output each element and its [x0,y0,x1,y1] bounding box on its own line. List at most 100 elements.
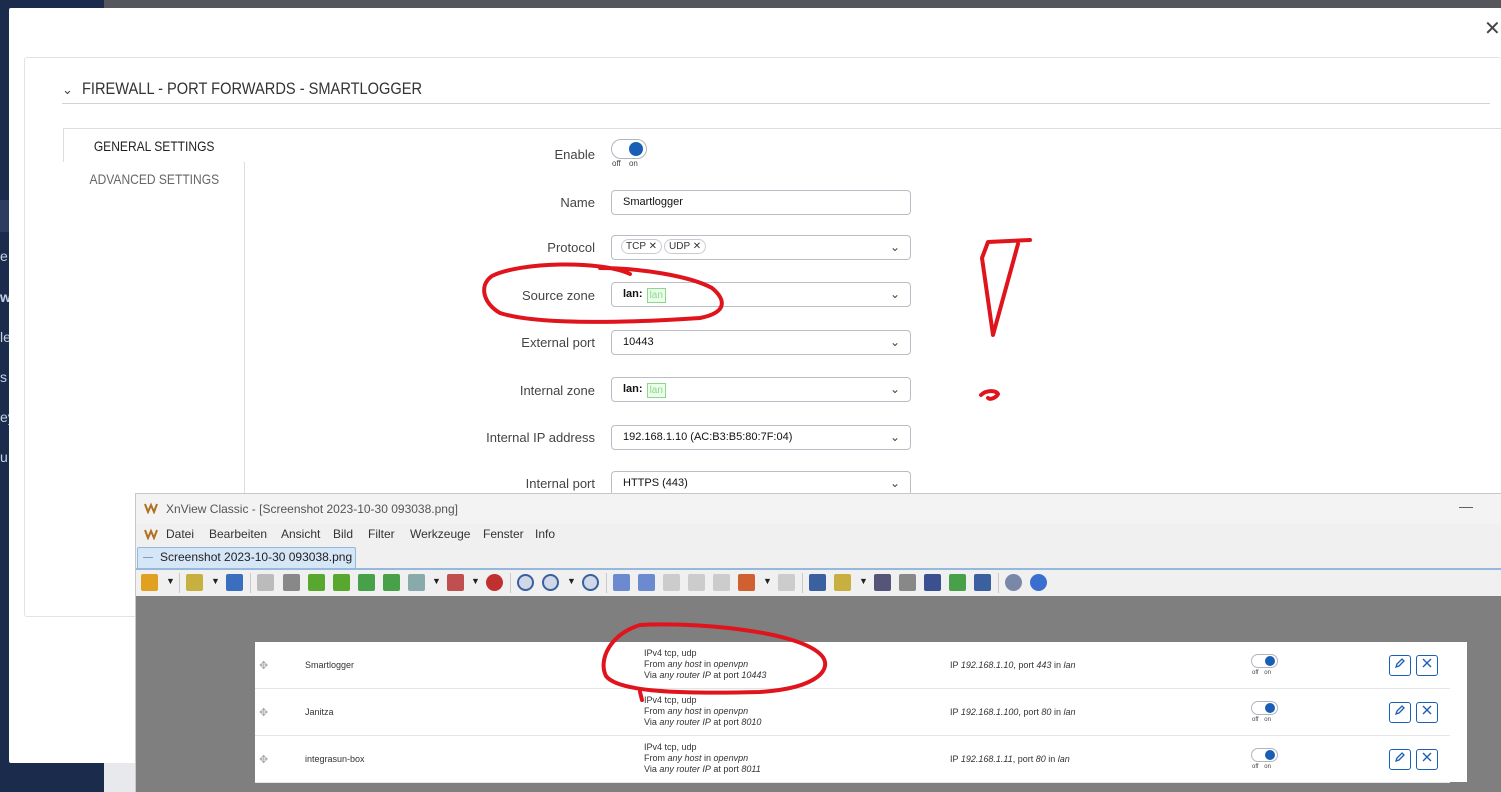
rotate-left-icon[interactable] [308,574,325,591]
source-zone-select[interactable]: lan: lan ⌄ [611,282,911,307]
chevron-down-icon[interactable]: ⌄ [890,236,900,259]
effects-icon[interactable] [486,574,503,591]
chevron-down-icon[interactable]: ▼ [211,576,220,586]
fit-icon[interactable] [809,574,826,591]
menu-werkzeuge[interactable]: Werkzeuge [410,527,470,541]
chevron-down-icon[interactable]: ▼ [859,576,868,586]
chevron-down-icon[interactable]: ⌄ [890,378,900,401]
first-icon[interactable] [663,574,680,591]
xnview-titlebar[interactable]: XnView Classic - [Screenshot 2023-10-30 … [136,494,1501,524]
previous-icon[interactable] [613,574,630,591]
protocol-chip-udp[interactable]: UDP ✕ [664,239,707,254]
protocol-chip-tcp[interactable]: TCP ✕ [621,239,662,254]
enable-toggle[interactable] [611,139,647,159]
rule-destination: IP 192.168.1.11, port 80 in lan [950,754,1070,764]
zoom-in-icon[interactable] [517,574,534,591]
print-icon[interactable] [899,574,916,591]
search-icon[interactable] [874,574,891,591]
menu-info[interactable]: Info [535,527,555,541]
chevron-down-icon[interactable]: ▼ [432,576,441,586]
zoom-icon[interactable] [542,574,559,591]
delete-button[interactable] [1416,702,1438,723]
table-row[interactable]: ✥ Smartlogger IPv4 tcp, udp From any host i… [255,642,1450,689]
rule-protocol-summary: IPv4 tcp, udp From any host in openvpn Via… [644,742,761,774]
tab-advanced-settings[interactable]: ADVANCED SETTINGS [63,162,245,196]
menu-ansicht[interactable]: Ansicht [281,527,320,541]
flip-icon[interactable] [358,574,375,591]
last-icon[interactable] [688,574,705,591]
table-row[interactable]: ✥ Janitza IPv4 tcp, udp From any host in op… [255,689,1450,736]
tab-divider [245,128,1501,129]
info-icon[interactable] [1030,574,1047,591]
chevron-down-icon[interactable]: ⌄ [890,426,900,449]
rule-enable-toggle[interactable] [1251,654,1278,668]
chevron-down-icon[interactable]: ▼ [166,576,175,586]
chevron-down-icon[interactable]: ⌄ [890,472,900,495]
xnview-menubar: Datei Bearbeiten Ansicht Bild Filter Wer… [136,524,1501,544]
crop-icon[interactable] [283,574,300,591]
edit-button[interactable] [1389,702,1411,723]
rule-enable-toggle[interactable] [1251,701,1278,715]
menu-fenster[interactable]: Fenster [483,527,524,541]
external-port-label: External port [521,335,595,350]
chevron-down-icon[interactable]: ⌄ [62,82,73,98]
internal-ip-label: Internal IP address [486,430,595,445]
rotate-right-icon[interactable] [333,574,350,591]
capture-icon[interactable] [974,574,991,591]
chevron-down-icon[interactable]: ⌄ [890,331,900,354]
delete-button[interactable] [1416,655,1438,676]
close-icon[interactable]: ✕ [649,241,657,252]
gear-icon[interactable] [1005,574,1022,591]
edit-button[interactable] [1389,749,1411,770]
fullscreen-icon[interactable] [778,574,795,591]
next-icon[interactable] [638,574,655,591]
name-label: Name [560,195,595,210]
save-icon[interactable] [226,574,243,591]
tab-general-settings[interactable]: GENERAL SETTINGS [63,128,245,162]
zoom-out-icon[interactable] [582,574,599,591]
undo-icon[interactable] [257,574,274,591]
menu-filter[interactable]: Filter [368,527,395,541]
open-folder-icon[interactable] [186,574,203,591]
name-input[interactable]: Smartlogger [611,190,911,215]
copy-icon[interactable] [713,574,730,591]
internal-zone-select[interactable]: lan: lan ⌄ [611,377,911,402]
close-icon[interactable]: ✕ [1484,16,1501,41]
xnview-logo-icon[interactable] [144,528,158,540]
toggle-knob [629,142,643,156]
minimize-button[interactable]: — [1459,498,1473,514]
rule-enable-toggle[interactable] [1251,748,1278,762]
external-port-value: 10443 [623,336,654,348]
adjust-icon[interactable] [447,574,464,591]
xnview-image-area: ✥ Smartlogger IPv4 tcp, udp From any host i… [136,596,1501,792]
chevron-down-icon[interactable]: ▼ [471,576,480,586]
convert-icon[interactable] [834,574,851,591]
sidebar-fragment: s [0,369,7,385]
internal-ip-select[interactable]: 192.168.1.10 (AC:B3:B5:80:7F:04) ⌄ [611,425,911,450]
slideshow-icon[interactable] [738,574,755,591]
pencil-icon [1394,705,1405,716]
edit-button[interactable] [1389,655,1411,676]
drag-handle-icon[interactable]: ✥ [259,753,268,766]
protocol-select[interactable]: TCP ✕ UDP ✕ ⌄ [611,235,911,260]
tab-divider [244,162,245,502]
close-icon[interactable]: ✕ [693,241,701,252]
browser-icon[interactable] [141,574,158,591]
chevron-down-icon[interactable]: ⌄ [890,283,900,306]
wallpaper-icon[interactable] [949,574,966,591]
menu-bearbeiten[interactable]: Bearbeiten [209,527,267,541]
table-row[interactable]: ✥ integrasun-box IPv4 tcp, udp From any hos… [255,736,1450,783]
chevron-down-icon[interactable]: ▼ [567,576,576,586]
mirror-icon[interactable] [383,574,400,591]
xnview-document-tab[interactable]: Screenshot 2023-10-30 093038.png [137,547,356,568]
menu-bild[interactable]: Bild [333,527,353,541]
menu-datei[interactable]: Datei [166,527,194,541]
external-port-select[interactable]: 10443 ⌄ [611,330,911,355]
resize-icon[interactable] [408,574,425,591]
drag-handle-icon[interactable]: ✥ [259,659,268,672]
scanner-icon[interactable] [924,574,941,591]
delete-button[interactable] [1416,749,1438,770]
drag-handle-icon[interactable]: ✥ [259,706,268,719]
section-header[interactable]: ⌄ FIREWALL - PORT FORWARDS - SMARTLOGGER [62,79,1490,104]
chevron-down-icon[interactable]: ▼ [763,576,772,586]
